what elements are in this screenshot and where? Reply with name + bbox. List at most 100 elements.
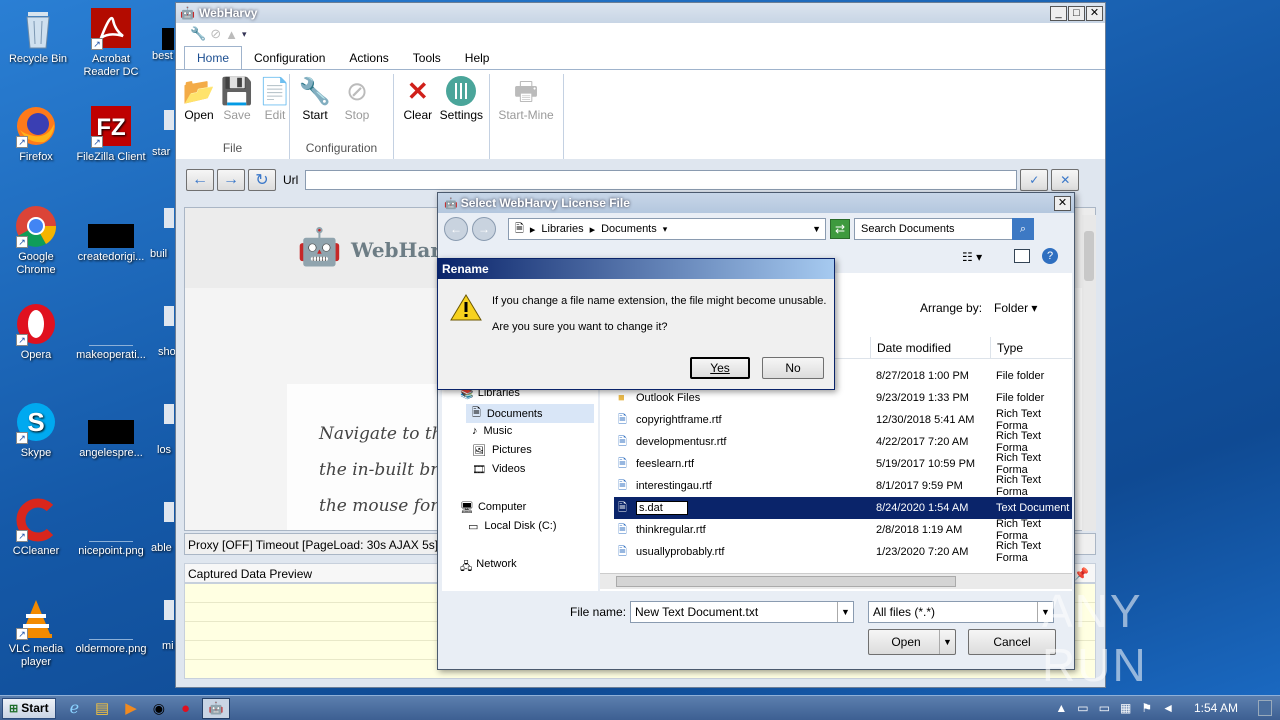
flag-icon[interactable]: ⚑ bbox=[1141, 701, 1152, 715]
clock[interactable]: 1:54 AM bbox=[1194, 701, 1238, 715]
ie-icon[interactable]: ℯ bbox=[70, 698, 79, 718]
filename-input[interactable]: New Text Document.txt ▼ bbox=[630, 601, 854, 623]
desktop-icon-partial[interactable]: best bbox=[152, 28, 176, 62]
tab-actions[interactable]: Actions bbox=[337, 47, 400, 69]
tray-icon[interactable]: ▭ bbox=[1099, 701, 1110, 715]
minimize-button[interactable]: _ bbox=[1050, 5, 1067, 21]
file-row[interactable]: 🗎 copyrightframe.rtf 12/30/2018 5:41 AM Ric… bbox=[600, 408, 1072, 432]
media-player-icon[interactable]: ▶ bbox=[125, 699, 137, 717]
desktop-icon-partial[interactable]: los bbox=[157, 404, 176, 456]
desktop-icon-partial[interactable]: buil bbox=[150, 208, 176, 260]
desktop-icon-file[interactable]: angelespre... bbox=[73, 400, 149, 460]
desktop-icon-recycle-bin[interactable]: Recycle Bin bbox=[0, 6, 76, 66]
file-row[interactable]: 🗎 developmentusr.rtf 4/22/2017 7:20 AM Rich… bbox=[600, 430, 1072, 454]
desktop-icon-partial[interactable]: mi bbox=[162, 600, 176, 652]
search-icon[interactable]: ⌕ bbox=[1012, 218, 1034, 240]
desktop-icon-chrome[interactable]: ↗ Google Chrome bbox=[0, 204, 74, 277]
desktop-icon-filezilla[interactable]: FZ ↗ FileZilla Client bbox=[73, 104, 149, 164]
tray-icon[interactable]: ▭ bbox=[1077, 701, 1088, 715]
breadcrumb[interactable]: 🗎 ▸ Libraries ▸ Documents ▾ ▼ bbox=[508, 218, 826, 240]
webharvy-taskbar-button[interactable]: 🤖 bbox=[202, 697, 231, 719]
rename-edit-box[interactable]: s.dat bbox=[636, 501, 688, 515]
stop-button[interactable]: ⊘ Stop bbox=[338, 74, 376, 122]
column-date[interactable]: Date modified bbox=[870, 337, 990, 359]
file-row[interactable]: 🗎 interestingau.rtf 8/1/2017 9:59 PM Rich T… bbox=[600, 474, 1072, 498]
desktop-icon-partial[interactable]: sho bbox=[158, 306, 176, 358]
desktop-icon-partial[interactable]: able bbox=[151, 502, 176, 554]
filter-select[interactable]: All files (*.*) ▼ bbox=[868, 601, 1054, 623]
arrange-dropdown[interactable]: Folder ▾ bbox=[994, 301, 1037, 315]
desktop-icon-partial[interactable]: star bbox=[152, 110, 176, 158]
network-tray-icon[interactable]: ▦ bbox=[1120, 701, 1131, 715]
no-button[interactable]: No bbox=[762, 357, 824, 379]
file-row[interactable]: 🗎 usuallyprobably.rtf 1/23/2020 7:20 AM Ric… bbox=[600, 540, 1072, 564]
edit-button[interactable]: 📄 Edit bbox=[258, 74, 292, 122]
nav-item[interactable]: 🎞 Videos bbox=[472, 463, 525, 476]
desktop-icon-file[interactable]: nicepoint.png bbox=[73, 498, 149, 558]
tab-configuration[interactable]: Configuration bbox=[242, 47, 337, 69]
file-row-selected[interactable]: 🗎 s.dat 8/24/2020 1:54 AM Text Document bbox=[614, 497, 1072, 519]
go-button[interactable]: ✓ bbox=[1020, 169, 1049, 191]
file-row[interactable]: 🗎 thinkregular.rtf 2/8/2018 1:19 AM Rich Te… bbox=[600, 518, 1072, 542]
back-button[interactable]: ← bbox=[186, 169, 214, 191]
tab-home[interactable]: Home bbox=[184, 46, 243, 69]
start-button[interactable]: 🔧 Start bbox=[296, 74, 334, 122]
clear-button[interactable]: ✕ Clear bbox=[400, 74, 436, 122]
forward-button[interactable]: → bbox=[217, 169, 245, 191]
refresh-icon[interactable]: ⇄ bbox=[830, 219, 850, 239]
desktop-icon-ccleaner[interactable]: ↗ CCleaner bbox=[0, 498, 74, 558]
file-dialog-close-button[interactable]: ✕ bbox=[1054, 195, 1071, 211]
chevron-down-icon[interactable]: ▼ bbox=[939, 630, 955, 654]
nav-item-selected[interactable]: 🗎 Documents bbox=[466, 404, 594, 423]
open-file-button[interactable]: Open ▼ bbox=[868, 629, 956, 655]
horizontal-scrollbar[interactable] bbox=[600, 573, 1072, 589]
dropdown-icon[interactable]: ▾ bbox=[242, 29, 247, 40]
pin-icon[interactable]: 📌 bbox=[1074, 564, 1089, 584]
view-icon[interactable]: ☷ ▾ bbox=[962, 250, 982, 264]
nav-item[interactable]: 🖧 Network bbox=[460, 558, 517, 577]
tray-expand-icon[interactable]: ▲ bbox=[1055, 701, 1067, 715]
volume-icon[interactable]: ◄ bbox=[1162, 701, 1174, 715]
desktop-icon-acrobat[interactable]: ↗ Acrobat Reader DC bbox=[73, 6, 149, 79]
nav-item[interactable]: ▭ Local Disk (C:) bbox=[468, 520, 557, 533]
save-button[interactable]: 💾 Save bbox=[220, 74, 254, 122]
chrome-taskbar-icon[interactable]: ◉ bbox=[153, 700, 165, 717]
refresh-button[interactable]: ↻ bbox=[248, 169, 276, 191]
preview-pane-icon[interactable] bbox=[1014, 249, 1030, 263]
open-button[interactable]: 📂 Open bbox=[182, 74, 216, 122]
desktop-icon-file[interactable]: makeoperati... bbox=[73, 302, 149, 362]
back-nav-button[interactable]: ← bbox=[444, 217, 468, 241]
maximize-button[interactable]: □ bbox=[1068, 5, 1085, 21]
desktop-icon-file[interactable]: oldermore.png bbox=[73, 596, 149, 656]
lock-icon[interactable]: ▲ bbox=[225, 27, 238, 42]
browser-scrollbar[interactable] bbox=[1082, 215, 1096, 531]
yes-button[interactable]: Yes bbox=[690, 357, 750, 379]
cancel-url-button[interactable]: ✕ bbox=[1051, 169, 1080, 191]
desktop-icon-file[interactable]: createdorigi... bbox=[73, 204, 149, 264]
tab-tools[interactable]: Tools bbox=[401, 47, 453, 69]
desktop-icon-firefox[interactable]: ↗ Firefox bbox=[0, 104, 74, 164]
nav-item[interactable]: 🖥 Computer bbox=[460, 501, 526, 514]
desktop-icon-opera[interactable]: ↗ Opera bbox=[0, 302, 74, 362]
tab-help[interactable]: Help bbox=[453, 47, 502, 69]
column-type[interactable]: Type bbox=[990, 337, 1072, 359]
breadcrumb-item[interactable]: Libraries bbox=[541, 223, 583, 235]
wrench-icon[interactable]: 🔧 bbox=[190, 26, 206, 42]
settings-button[interactable]: Settings bbox=[440, 74, 483, 122]
opera-taskbar-icon[interactable]: ● bbox=[181, 700, 190, 717]
nav-item[interactable]: ♪ Music bbox=[472, 425, 512, 437]
chevron-down-icon[interactable]: ▼ bbox=[837, 602, 853, 622]
chevron-down-icon[interactable]: ▼ bbox=[812, 224, 821, 234]
nav-item[interactable]: 🖼 Pictures bbox=[472, 444, 532, 457]
help-icon[interactable]: ? bbox=[1042, 248, 1058, 264]
breadcrumb-item[interactable]: Documents bbox=[601, 223, 657, 235]
desktop-icon-vlc[interactable]: ↗ VLC media player bbox=[0, 596, 74, 669]
search-input[interactable]: Search Documents ⌕ bbox=[854, 218, 1034, 240]
show-desktop-button[interactable] bbox=[1258, 700, 1272, 716]
file-row[interactable]: ■ Outlook Files 9/23/2019 1:33 PM File fold… bbox=[600, 387, 1072, 409]
desktop-icon-skype[interactable]: S ↗ Skype bbox=[0, 400, 74, 460]
file-row[interactable]: 🗎 feeslearn.rtf 5/19/2017 10:59 PM Rich Tex… bbox=[600, 452, 1072, 476]
start-button[interactable]: ⊞ Start bbox=[2, 697, 56, 719]
explorer-icon[interactable]: ▤ bbox=[95, 699, 109, 717]
forward-nav-button[interactable]: → bbox=[472, 217, 496, 241]
